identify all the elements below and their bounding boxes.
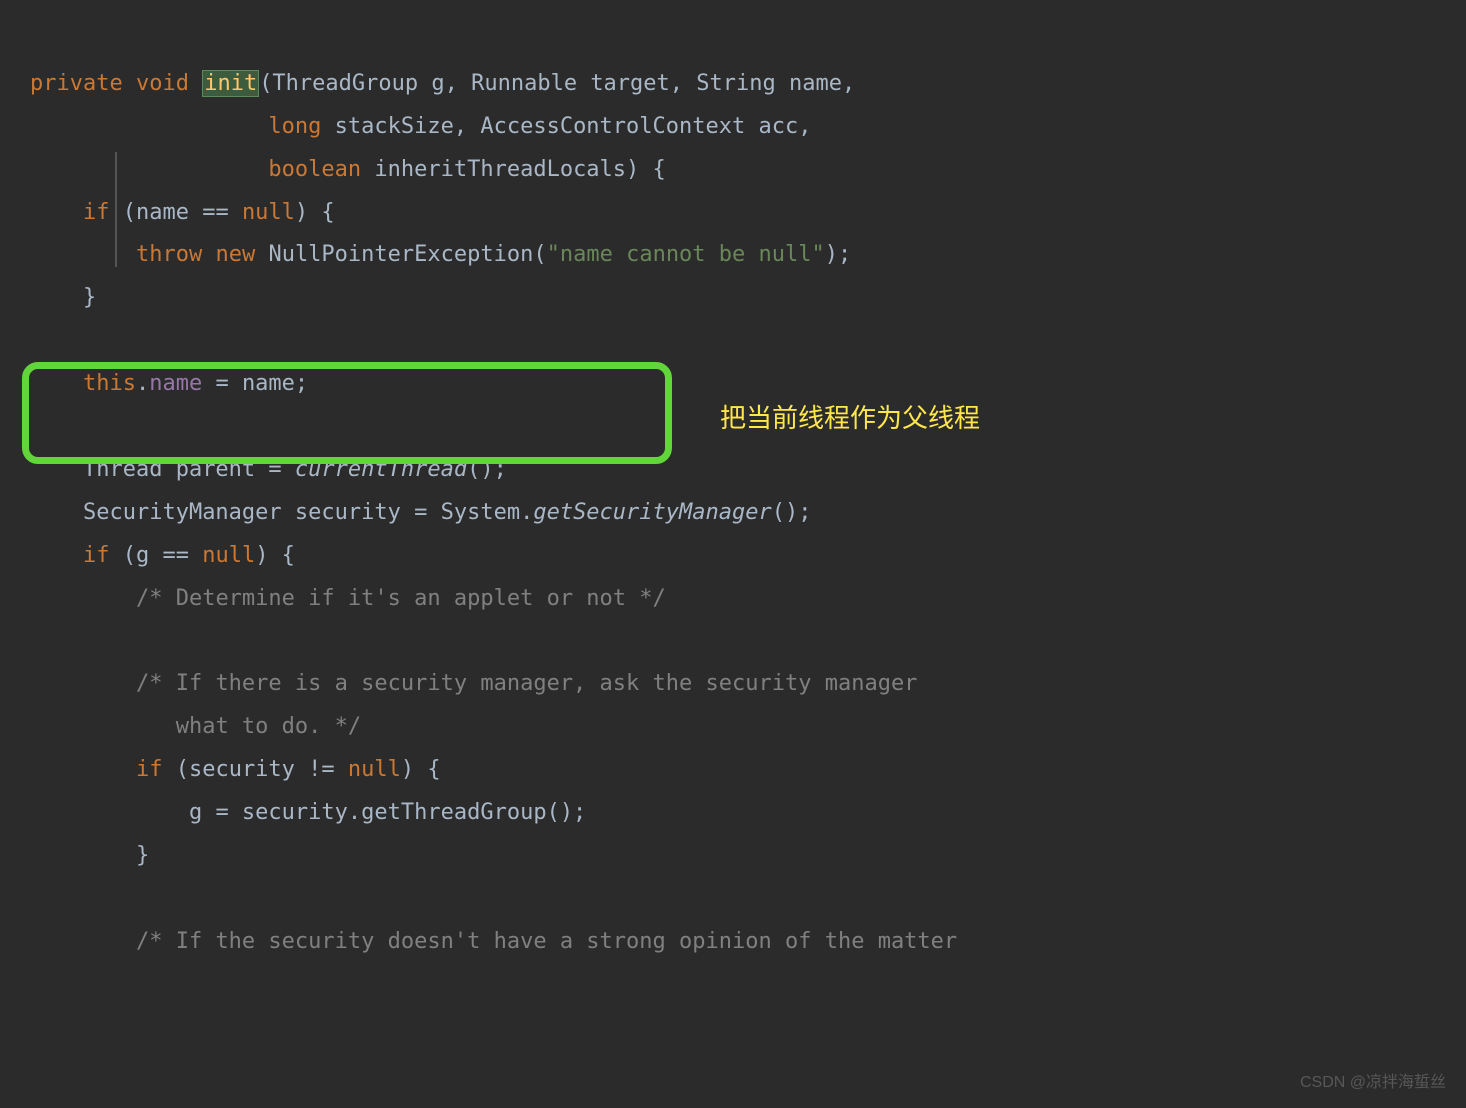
code-line: boolean inheritThreadLocals) { (30, 157, 666, 182)
code-line: } (30, 285, 96, 310)
fold-gutter-line (115, 152, 117, 267)
comment: /* If there is a security manager, ask t… (136, 671, 917, 696)
method-init: init (202, 70, 259, 97)
static-method: currentThread (295, 457, 467, 482)
keyword-this: this (83, 371, 136, 396)
keyword-null: null (202, 543, 255, 568)
code-line: /* If the security doesn't have a strong… (30, 929, 957, 954)
keyword-null: null (348, 757, 401, 782)
code-line: Thread parent = currentThread(); (30, 457, 507, 482)
code-text: g = security.getThreadGroup(); (189, 800, 586, 825)
code-text: ) { (295, 200, 335, 225)
code-line: what to do. */ (30, 714, 361, 739)
code-line: long stackSize, AccessControlContext acc… (30, 114, 811, 139)
code-line: /* Determine if it's an applet or not */ (30, 586, 666, 611)
code-text: (security != (162, 757, 347, 782)
comment: what to do. */ (136, 714, 361, 739)
code-line: if (name == null) { (30, 200, 335, 225)
code-line: private void init(ThreadGroup g, Runnabl… (30, 70, 855, 97)
code-line: /* If there is a security manager, ask t… (30, 671, 917, 696)
code-text: (name == (109, 200, 241, 225)
keyword-null: null (242, 200, 295, 225)
empty-line (30, 328, 43, 353)
keyword-if: if (83, 543, 110, 568)
comment: /* Determine if it's an applet or not */ (136, 586, 666, 611)
code-text: (); (467, 457, 507, 482)
code-text: Thread parent = (83, 457, 295, 482)
code-line: SecurityManager security = System.getSec… (30, 500, 812, 525)
code-editor[interactable]: private void init(ThreadGroup g, Runnabl… (0, 20, 1466, 964)
empty-line (30, 414, 43, 439)
code-line: throw new NullPointerException("name can… (30, 242, 851, 267)
keyword-new: new (215, 242, 255, 267)
code-text: ); (825, 242, 852, 267)
keyword-void: void (136, 71, 189, 96)
comment: /* If the security doesn't have a strong… (136, 929, 957, 954)
field-name: name (149, 371, 202, 396)
empty-line (30, 886, 43, 911)
code-text: ) { (255, 543, 295, 568)
keyword-private: private (30, 71, 123, 96)
signature-part: stackSize, AccessControlContext acc, (321, 114, 811, 139)
string-literal: "name cannot be null" (547, 242, 825, 267)
brace: } (83, 285, 96, 310)
watermark: CSDN @凉拌海蜇丝 (1300, 1067, 1446, 1098)
static-method: getSecurityManager (533, 500, 771, 525)
code-line: if (security != null) { (30, 757, 441, 782)
keyword-long: long (268, 114, 321, 139)
brace: } (136, 843, 149, 868)
code-text: NullPointerException( (255, 242, 546, 267)
annotation-text: 把当前线程作为父线程 (720, 393, 980, 444)
signature-part: (ThreadGroup g, Runnable target, String … (259, 71, 855, 96)
code-text: ) { (401, 757, 441, 782)
code-text: = name; (202, 371, 308, 396)
keyword-boolean: boolean (268, 157, 361, 182)
signature-part: inheritThreadLocals) { (361, 157, 666, 182)
keyword-throw: throw (136, 242, 202, 267)
code-text: (); (772, 500, 812, 525)
code-line: if (g == null) { (30, 543, 295, 568)
code-line: } (30, 843, 149, 868)
code-line: g = security.getThreadGroup(); (30, 800, 586, 825)
code-text: SecurityManager security = System. (83, 500, 533, 525)
keyword-if: if (136, 757, 163, 782)
keyword-if: if (83, 200, 110, 225)
empty-line (30, 628, 43, 653)
code-line: this.name = name; (30, 371, 308, 396)
dot: . (136, 371, 149, 396)
code-text: (g == (109, 543, 202, 568)
